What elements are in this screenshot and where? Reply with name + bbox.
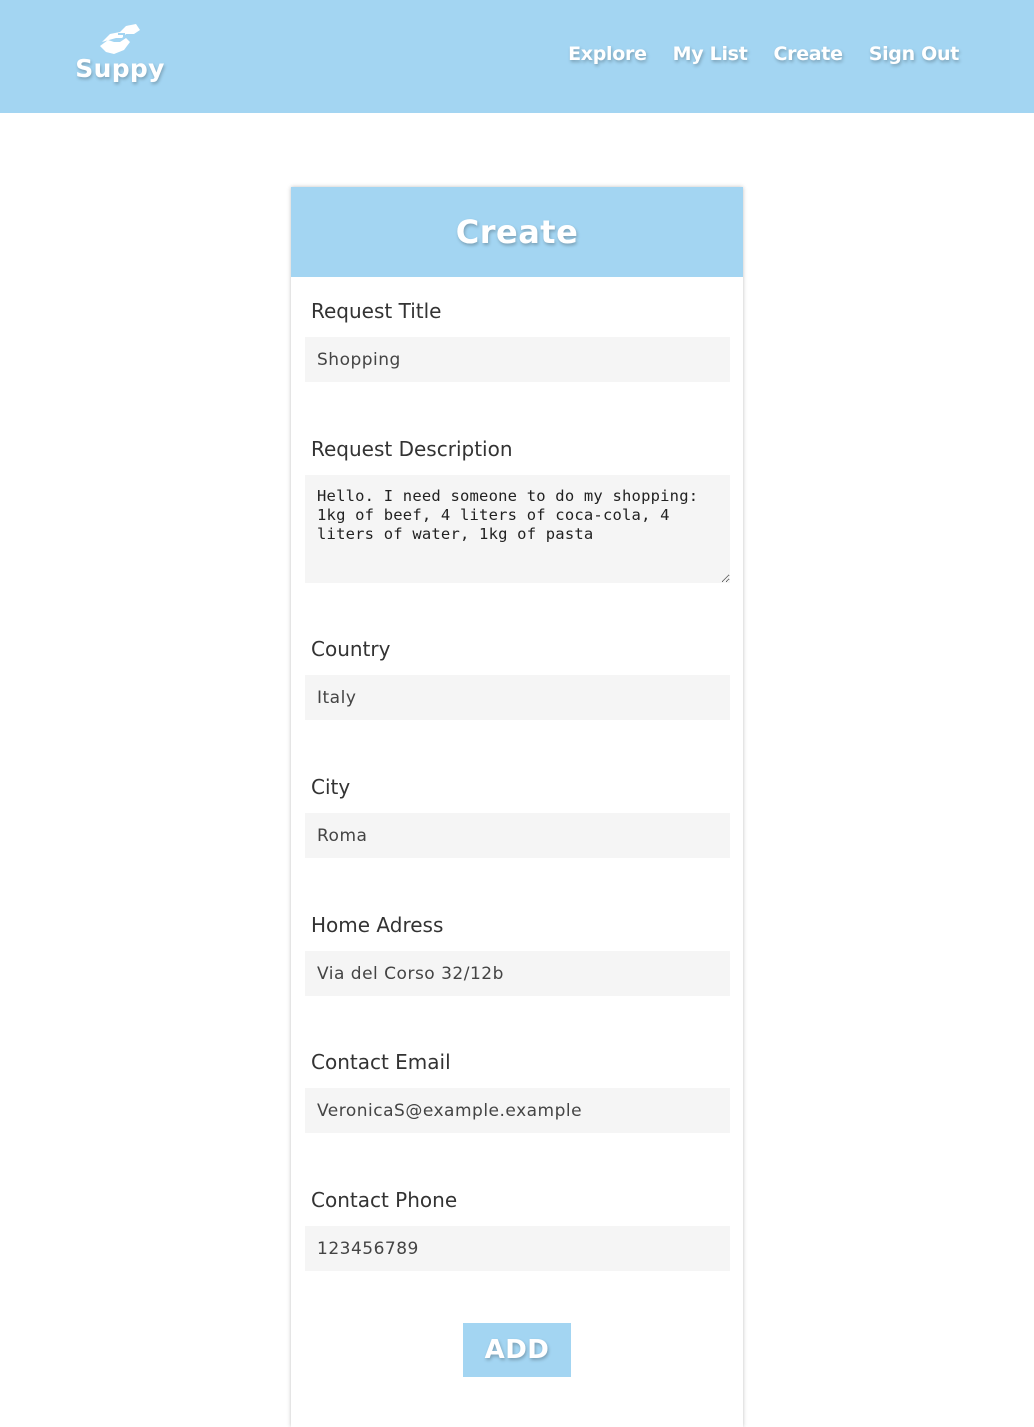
home-address-label: Home Adress bbox=[311, 913, 444, 937]
request-description-label: Request Description bbox=[311, 437, 513, 461]
home-address-input[interactable] bbox=[305, 951, 730, 996]
contact-phone-input[interactable] bbox=[305, 1226, 730, 1271]
handshake-icon bbox=[100, 24, 140, 54]
contact-email-label: Contact Email bbox=[311, 1050, 451, 1074]
country-label: Country bbox=[311, 637, 391, 661]
add-button[interactable]: ADD bbox=[463, 1323, 571, 1377]
create-request-card: Create Request Title Request Description… bbox=[291, 187, 743, 1427]
contact-email-input[interactable] bbox=[305, 1088, 730, 1133]
top-navbar: Suppy Explore My List Create Sign Out bbox=[0, 0, 1034, 113]
main-nav: Explore My List Create Sign Out bbox=[568, 43, 959, 65]
request-title-label: Request Title bbox=[311, 299, 442, 323]
nav-create[interactable]: Create bbox=[773, 43, 843, 65]
city-label: City bbox=[311, 775, 351, 799]
page-title: Create bbox=[455, 213, 579, 251]
request-title-input[interactable] bbox=[305, 337, 730, 382]
nav-explore[interactable]: Explore bbox=[568, 43, 647, 65]
city-input[interactable] bbox=[305, 813, 730, 858]
nav-sign-out[interactable]: Sign Out bbox=[869, 43, 960, 65]
logo[interactable]: Suppy bbox=[70, 20, 170, 90]
contact-phone-label: Contact Phone bbox=[311, 1188, 458, 1212]
nav-my-list[interactable]: My List bbox=[673, 43, 748, 65]
logo-text: Suppy bbox=[75, 54, 165, 83]
card-header: Create bbox=[291, 187, 743, 277]
country-input[interactable] bbox=[305, 675, 730, 720]
request-description-textarea[interactable]: Hello. I need someone to do my shopping:… bbox=[305, 475, 730, 583]
